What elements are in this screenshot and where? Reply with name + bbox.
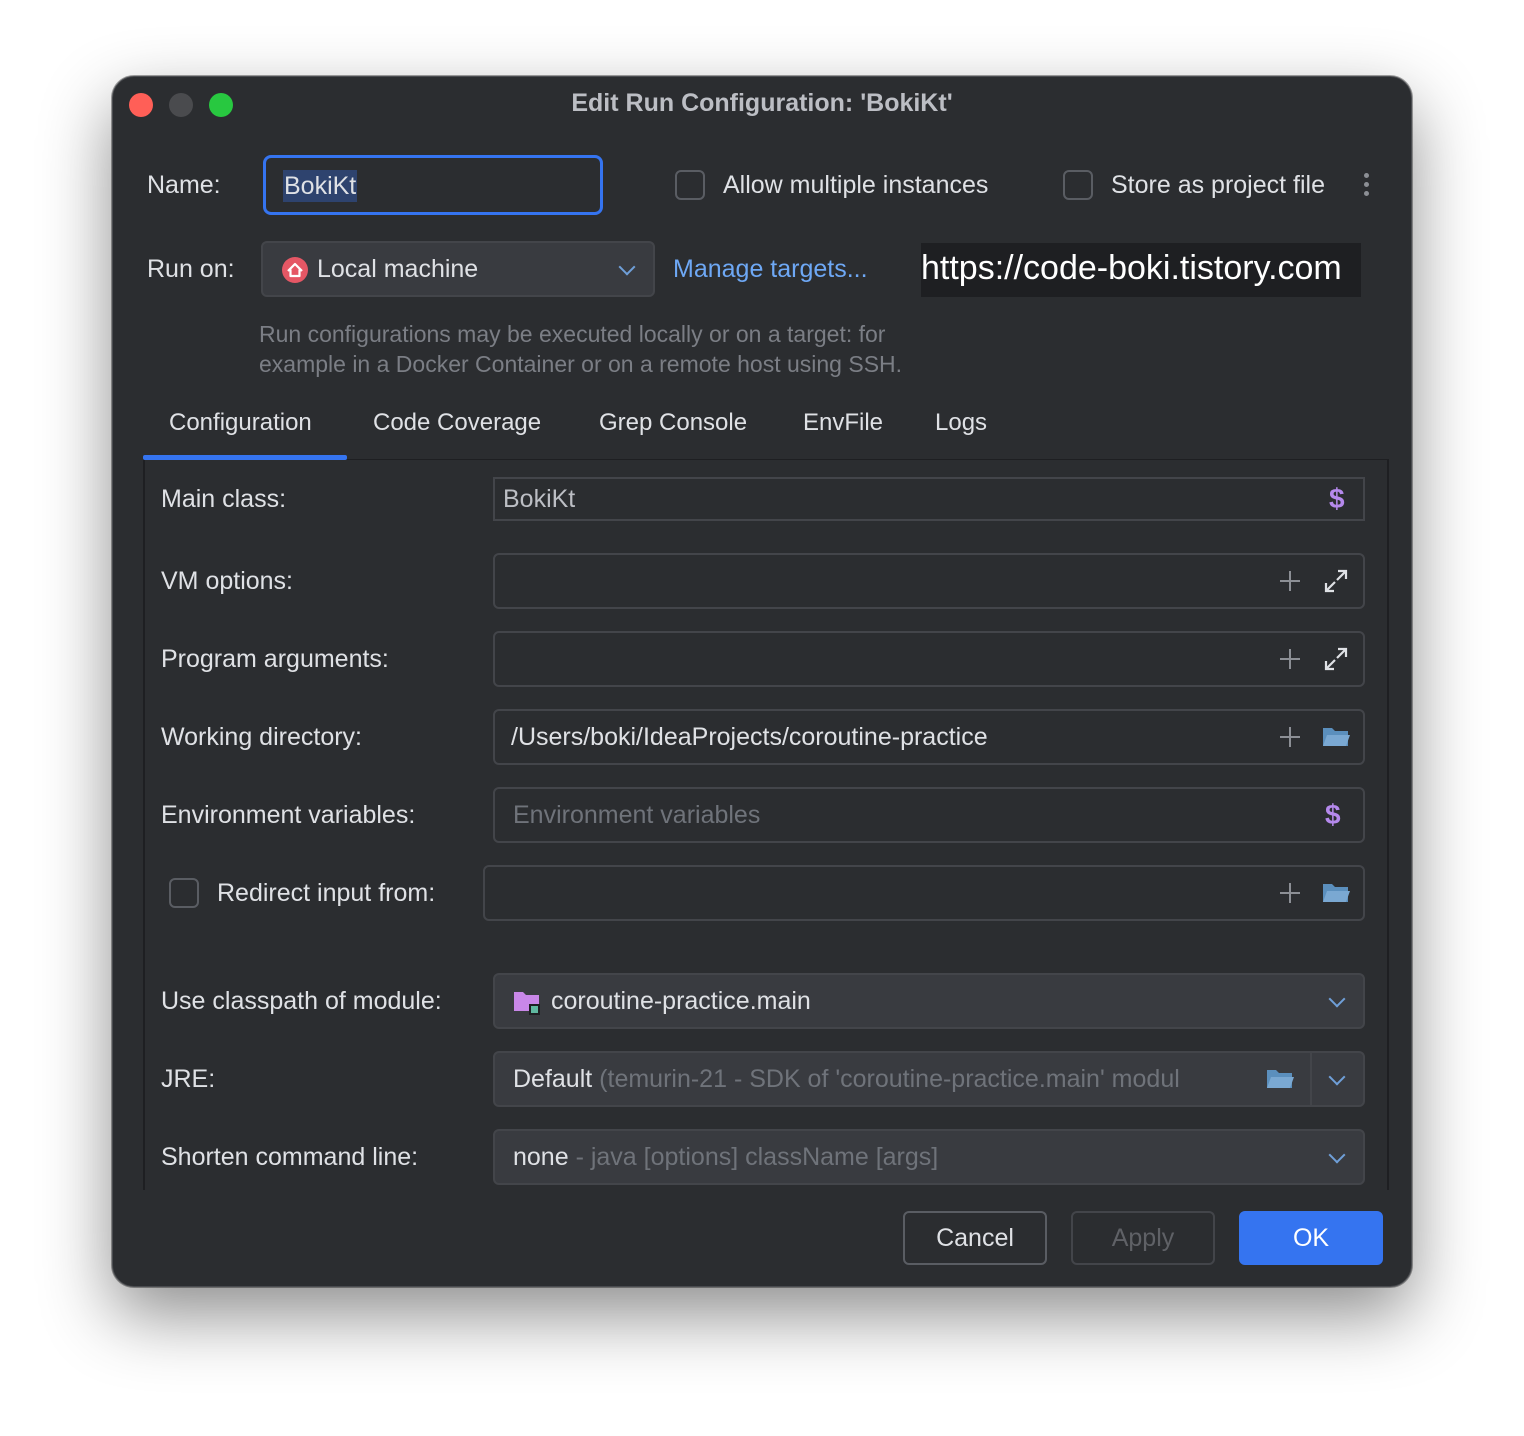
jre-select[interactable]: Default (temurin-21 - SDK of 'coroutine-…: [493, 1051, 1365, 1107]
allow-multiple-instances-label[interactable]: Allow multiple instances: [723, 171, 988, 200]
classpath-module-value: coroutine-practice.main: [551, 987, 811, 1015]
active-tab-indicator: [143, 455, 347, 460]
panel-border-left: [143, 460, 145, 1190]
run-on-value: Local machine: [317, 255, 479, 283]
store-as-project-file-checkbox[interactable]: [1063, 170, 1093, 200]
program-arguments-input[interactable]: [493, 631, 1365, 687]
apply-button[interactable]: Apply: [1071, 1211, 1215, 1265]
shorten-command-line-select[interactable]: none - java [options] className [args]: [493, 1129, 1365, 1185]
classpath-module-label: Use classpath of module:: [161, 987, 442, 1015]
folder-icon[interactable]: [1265, 1066, 1295, 1092]
tab-configuration[interactable]: Configuration: [169, 409, 312, 437]
ok-button[interactable]: OK: [1239, 1211, 1383, 1265]
module-folder-icon: [514, 992, 540, 1015]
main-class-label: Main class:: [161, 485, 287, 513]
plus-icon[interactable]: [1279, 882, 1301, 904]
manage-targets-link[interactable]: Manage targets...: [673, 255, 868, 284]
watermark-overlay: https://code-boki.tistory.com: [921, 243, 1361, 297]
vm-options-label: VM options:: [161, 567, 294, 595]
tab-logs[interactable]: Logs: [935, 409, 987, 437]
folder-icon[interactable]: [1321, 724, 1351, 750]
allow-multiple-instances-checkbox[interactable]: [675, 170, 705, 200]
cancel-button[interactable]: Cancel: [903, 1211, 1047, 1265]
jre-value-main: Default: [513, 1065, 593, 1093]
run-on-hint-line1: Run configurations may be executed local…: [259, 321, 886, 347]
environment-variables-placeholder: Environment variables: [513, 801, 761, 829]
macro-dollar-icon[interactable]: $: [1325, 799, 1341, 831]
jre-divider: [1310, 1053, 1312, 1105]
main-class-field[interactable]: BokiKt $: [493, 477, 1365, 521]
name-input-value: BokiKt: [283, 170, 358, 202]
shorten-command-line-value: none - java [options] className [args]: [513, 1143, 938, 1172]
expand-icon[interactable]: [1323, 568, 1349, 594]
working-directory-value: /Users/boki/IdeaProjects/coroutine-pract…: [511, 723, 988, 751]
tab-code-coverage[interactable]: Code Coverage: [373, 409, 541, 437]
plus-icon[interactable]: [1279, 648, 1301, 670]
shorten-value-detail: - java [options] className [args]: [575, 1143, 939, 1171]
chevron-down-icon: [1328, 1146, 1346, 1164]
jre-label: JRE:: [161, 1065, 216, 1093]
tab-grep-console[interactable]: Grep Console: [599, 409, 747, 437]
working-directory-input[interactable]: /Users/boki/IdeaProjects/coroutine-pract…: [493, 709, 1365, 765]
program-arguments-label: Program arguments:: [161, 645, 389, 673]
more-options-icon[interactable]: [1361, 173, 1373, 199]
plus-icon[interactable]: [1279, 726, 1301, 748]
environment-variables-label: Environment variables:: [161, 801, 416, 829]
redirect-input-checkbox[interactable]: [169, 878, 199, 908]
store-as-project-file-label[interactable]: Store as project file: [1111, 171, 1325, 200]
environment-variables-input[interactable]: Environment variables $: [493, 787, 1365, 843]
jre-value: Default (temurin-21 - SDK of 'coroutine-…: [513, 1065, 1257, 1094]
jre-value-detail: (temurin-21 - SDK of 'coroutine-practice…: [599, 1065, 1180, 1093]
name-label: Name:: [147, 171, 221, 199]
chevron-down-icon: [1328, 990, 1346, 1008]
chevron-down-icon: [618, 258, 636, 276]
shorten-value-main: none: [513, 1143, 569, 1171]
macro-dollar-icon[interactable]: $: [1329, 483, 1345, 515]
run-configuration-dialog: Edit Run Configuration: 'BokiKt' Name: B…: [112, 76, 1412, 1287]
redirect-input-field[interactable]: [483, 865, 1365, 921]
panel-border-right: [1387, 460, 1389, 1190]
plus-icon[interactable]: [1279, 570, 1301, 592]
tab-envfile[interactable]: EnvFile: [803, 409, 883, 437]
chevron-down-icon[interactable]: [1328, 1068, 1346, 1086]
run-on-select[interactable]: Local machine: [261, 241, 655, 297]
shorten-command-line-label: Shorten command line:: [161, 1143, 419, 1171]
folder-icon[interactable]: [1321, 880, 1351, 906]
run-on-hint-line2: example in a Docker Container or on a re…: [259, 351, 903, 377]
run-on-label: Run on:: [147, 255, 235, 283]
expand-icon[interactable]: [1323, 646, 1349, 672]
redirect-input-label[interactable]: Redirect input from:: [217, 879, 435, 908]
working-directory-label: Working directory:: [161, 723, 362, 751]
main-class-value: BokiKt: [503, 485, 576, 513]
vm-options-input[interactable]: [493, 553, 1365, 609]
home-icon: [282, 257, 308, 283]
dialog-title: Edit Run Configuration: 'BokiKt': [571, 89, 953, 117]
name-input[interactable]: BokiKt: [263, 155, 603, 215]
classpath-module-select[interactable]: coroutine-practice.main: [493, 973, 1365, 1029]
